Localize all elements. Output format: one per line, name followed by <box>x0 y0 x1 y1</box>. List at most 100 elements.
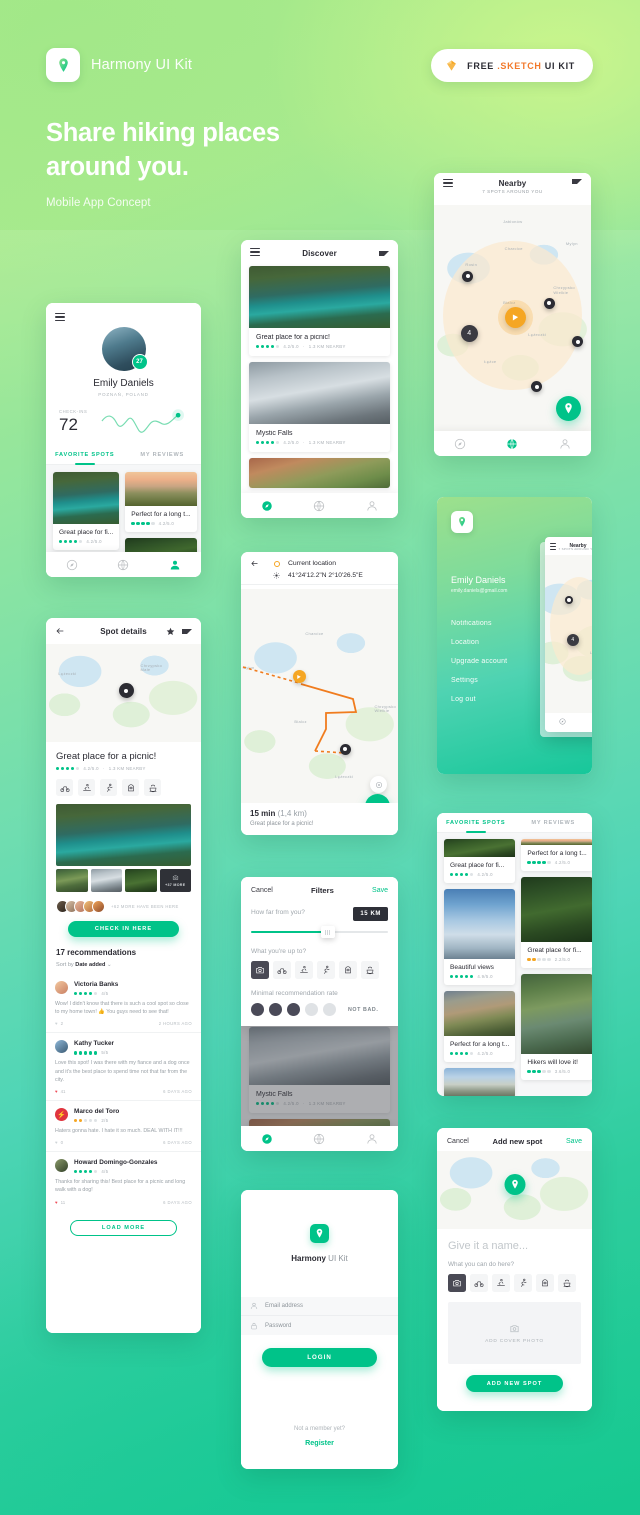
login-button[interactable]: LOGIN <box>262 1348 377 1367</box>
avatar[interactable]: 27 <box>101 327 148 371</box>
recenter-button[interactable] <box>370 776 387 793</box>
bike-icon[interactable] <box>470 1274 488 1292</box>
spot-card[interactable]: Perfect for a long t... 4.2/5.0 <box>521 839 592 871</box>
globe-icon[interactable] <box>313 500 325 512</box>
globe-icon[interactable] <box>117 559 129 571</box>
add-spot-fab[interactable] <box>556 396 581 421</box>
tab-my-reviews[interactable]: MY REVIEWS <box>515 813 593 832</box>
sort-control[interactable]: Sort by Date added ⌄ <box>56 962 191 968</box>
tab-my-reviews[interactable]: MY REVIEWS <box>124 445 202 464</box>
like-control[interactable]: ♥ 2 <box>55 1021 63 1026</box>
cancel-button[interactable]: Cancel <box>447 1138 469 1145</box>
thumbnail[interactable] <box>125 869 157 892</box>
brand-logo[interactable]: Harmony UI Kit <box>46 48 192 82</box>
spot-map[interactable]: Lęźeczki Chrzypsko Małe <box>46 644 201 742</box>
thumbnail[interactable] <box>90 869 122 892</box>
backpack-icon[interactable] <box>536 1274 554 1292</box>
location-pin-icon[interactable] <box>504 1174 525 1196</box>
run-icon[interactable] <box>317 961 335 979</box>
globe-icon[interactable] <box>313 1133 325 1145</box>
globe-icon[interactable] <box>506 438 518 450</box>
spot-card[interactable]: Hikers will love it! 3.6/5.0 <box>521 974 592 1080</box>
spot-card[interactable]: Great place for a picnic! 4.2/5.0 · 1.3 … <box>249 266 390 356</box>
tab-favorite-spots[interactable]: FAVORITE SPOTS <box>437 813 515 832</box>
person-icon[interactable] <box>169 559 181 571</box>
map-pin-logo-icon[interactable] <box>451 511 473 533</box>
save-button[interactable]: Save <box>372 887 388 894</box>
sketch-download-badge[interactable]: FREE .SKETCH UI KIT <box>431 49 593 82</box>
compass-icon[interactable] <box>66 559 78 571</box>
kayak-icon[interactable] <box>295 961 313 979</box>
compass-icon[interactable] <box>454 438 466 450</box>
kayak-icon[interactable] <box>78 779 95 796</box>
map-pin[interactable] <box>531 381 543 393</box>
email-field[interactable]: Email address <box>241 1297 398 1316</box>
person-icon[interactable] <box>559 438 571 450</box>
rate-dot[interactable] <box>269 1003 282 1016</box>
spot-hero-photo[interactable] <box>56 804 191 866</box>
add-cover-photo-dropzone[interactable]: ADD COVER PHOTO <box>448 1302 581 1364</box>
run-icon[interactable] <box>514 1274 532 1292</box>
arrow-left-icon[interactable] <box>250 559 259 568</box>
arrow-left-icon[interactable] <box>55 626 65 636</box>
map-pin[interactable] <box>543 297 555 309</box>
spot-name-input[interactable]: Give it a name... <box>448 1240 581 1252</box>
spot-card[interactable]: Perfect for a long t... 4.2/5.0 <box>125 472 197 532</box>
spot-card[interactable]: Mystic Falls 4.2/5.0 · 1.3 KM NEARBY <box>249 362 390 452</box>
current-location-pin[interactable] <box>504 306 526 328</box>
menu-item-upgrade-account[interactable]: Upgrade account <box>451 658 547 665</box>
menu-item-location[interactable]: Location <box>451 639 547 646</box>
rate-dot[interactable] <box>287 1003 300 1016</box>
rate-dot[interactable] <box>251 1003 264 1016</box>
person-icon[interactable] <box>366 500 378 512</box>
camera-icon[interactable] <box>251 961 269 979</box>
picnic-icon[interactable] <box>558 1274 576 1292</box>
person-icon[interactable] <box>366 1133 378 1145</box>
spot-map-pin[interactable] <box>118 683 134 699</box>
hamburger-icon[interactable] <box>250 248 260 258</box>
kayak-icon[interactable] <box>492 1274 510 1292</box>
rate-selector[interactable]: NOT BAD. <box>251 1003 388 1016</box>
compass-icon[interactable] <box>261 500 273 512</box>
like-control[interactable]: ♥ 11 <box>55 1200 65 1205</box>
load-more-button[interactable]: LOAD MORE <box>70 1219 177 1236</box>
spot-card[interactable]: Great place for fi... 2.2/5.0 <box>521 877 592 968</box>
spot-card[interactable]: Perfect for a long t... 4.2/5.0 <box>444 991 516 1062</box>
picnic-icon[interactable] <box>361 961 379 979</box>
route-destination[interactable]: 41°24'12.2"N 2°10'26.5"E <box>288 572 363 579</box>
run-icon[interactable] <box>100 779 117 796</box>
hamburger-icon[interactable] <box>443 179 453 189</box>
more-photos-button[interactable]: +37 MORE <box>159 869 191 892</box>
spot-card[interactable] <box>249 458 390 488</box>
spot-card[interactable]: Beautiful views 4.9/5.0 <box>444 889 516 985</box>
like-control[interactable]: ♥ 41 <box>55 1089 66 1094</box>
tab-favorite-spots[interactable]: FAVORITE SPOTS <box>46 445 124 464</box>
route-start-pin[interactable] <box>292 670 306 684</box>
add-new-spot-button[interactable]: ADD NEW SPOT <box>466 1375 563 1392</box>
backpack-icon[interactable] <box>339 961 357 979</box>
spot-card[interactable] <box>125 538 197 553</box>
bike-icon[interactable] <box>56 779 73 796</box>
nearby-map[interactable]: Jabłonów Charcice Mylyn Rosin Bialcz Chr… <box>434 205 591 431</box>
map-pin[interactable] <box>572 336 584 348</box>
route-map[interactable]: Charcice Bialcz Lęźeczki Chrzypsko Wielk… <box>241 589 398 835</box>
add-spot-map[interactable] <box>437 1151 592 1229</box>
check-in-button[interactable]: CHECK IN HERE <box>68 921 179 937</box>
password-field[interactable]: Password <box>241 1316 398 1335</box>
camera-icon[interactable] <box>448 1274 466 1292</box>
cancel-button[interactable]: Cancel <box>251 887 273 894</box>
backpack-icon[interactable] <box>122 779 139 796</box>
spot-card[interactable]: Great place for fi... 4.2/5.0 <box>444 839 516 883</box>
peek-nearby-screen[interactable]: Nearby 7 SPOTS AROUND YOU 4 Lęźeczki <box>545 537 592 732</box>
spot-card[interactable]: Great place for fi... 4.2/5.0 <box>53 472 120 550</box>
hamburger-icon[interactable] <box>55 313 65 323</box>
register-link[interactable]: Register <box>241 1438 398 1447</box>
menu-item-log-out[interactable]: Log out <box>451 696 547 703</box>
like-control[interactable]: ♥ 0 <box>55 1140 63 1145</box>
picnic-icon[interactable] <box>144 779 161 796</box>
slider-handle[interactable] <box>320 926 335 938</box>
spot-card[interactable] <box>444 1068 516 1096</box>
rate-dot[interactable] <box>323 1003 336 1016</box>
distance-slider[interactable] <box>251 926 388 938</box>
bike-icon[interactable] <box>273 961 291 979</box>
